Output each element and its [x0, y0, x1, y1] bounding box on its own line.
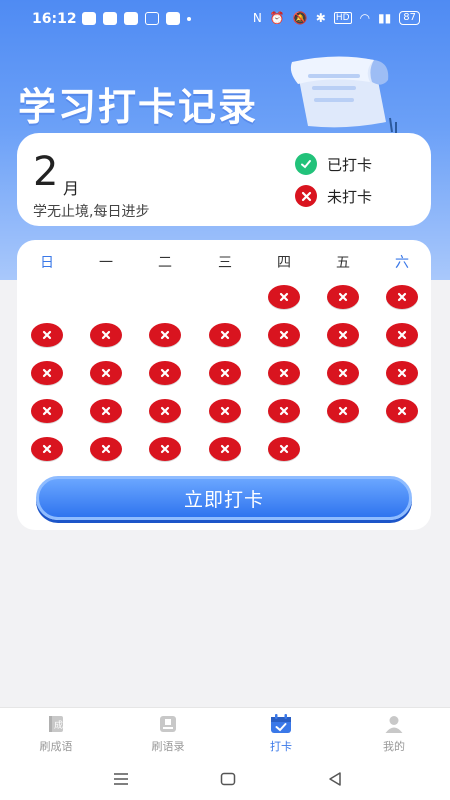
- day-unchecked-marker: [90, 361, 122, 385]
- day-unchecked-marker: [31, 437, 63, 461]
- tab-idioms-label: 刷成语: [39, 740, 73, 753]
- alarm-icon: ⏰: [269, 11, 285, 25]
- day-unchecked-marker: [31, 361, 63, 385]
- day-unchecked-marker: [386, 285, 418, 309]
- translate-app-icon: [145, 12, 159, 25]
- legend-checked: 已打卡: [295, 153, 372, 175]
- day-unchecked-marker: [209, 399, 241, 423]
- weekday-label: 三: [218, 255, 232, 271]
- day-unchecked-marker: [209, 437, 241, 461]
- day-unchecked-marker: [31, 399, 63, 423]
- weekday-label: 一: [99, 255, 113, 271]
- day-unchecked-marker: [149, 399, 181, 423]
- day-unchecked-marker: [268, 399, 300, 423]
- tab-idioms[interactable]: 成 刷成语: [16, 714, 96, 754]
- day-unchecked-marker: [90, 399, 122, 423]
- cross-icon: [295, 185, 317, 207]
- mute-icon: 🔕: [292, 11, 308, 25]
- weekday-label: 五: [336, 255, 350, 271]
- message-app-icon: [103, 12, 117, 25]
- day-unchecked-marker: [327, 285, 359, 309]
- battery-level: 87: [399, 11, 420, 25]
- system-nav-bar: [0, 762, 450, 800]
- day-unchecked-marker: [268, 323, 300, 347]
- nfc-icon: N: [252, 11, 262, 25]
- page-title: 学习打卡记录: [18, 85, 259, 129]
- hd-icon: HD: [333, 12, 352, 24]
- check-icon: [295, 153, 317, 175]
- calendar-card: 立即打卡 日 一 二 三 四 五 六: [17, 240, 431, 530]
- motto-text: 学无止境,每日进步: [33, 204, 150, 220]
- day-unchecked-marker: [31, 323, 63, 347]
- back-icon[interactable]: [327, 771, 343, 787]
- scroll-decoration-icon: [290, 56, 397, 136]
- shield-app-icon: [82, 12, 96, 25]
- more-notifications-icon: [187, 16, 191, 21]
- day-unchecked-marker: [209, 361, 241, 385]
- user-icon: [383, 714, 405, 734]
- tab-checkin-label: 打卡: [270, 740, 292, 753]
- day-unchecked-marker: [149, 323, 181, 347]
- weekday-label: 二: [158, 255, 172, 271]
- day-unchecked-marker: [90, 323, 122, 347]
- weekday-label: 六: [395, 255, 409, 271]
- svg-text:成: 成: [54, 719, 63, 731]
- day-unchecked-marker: [327, 399, 359, 423]
- tab-profile[interactable]: 我的: [354, 714, 434, 754]
- notebook-icon: [157, 714, 179, 734]
- book-icon: 成: [45, 714, 67, 734]
- day-unchecked-marker: [386, 361, 418, 385]
- tab-checkin[interactable]: 打卡: [241, 714, 321, 754]
- mail-app-icon: [124, 12, 138, 25]
- home-icon[interactable]: [220, 771, 236, 787]
- tab-quotes[interactable]: 刷语录: [128, 714, 208, 754]
- legend-unchecked-label: 未打卡: [327, 187, 373, 206]
- legend-unchecked: 未打卡: [295, 185, 372, 207]
- tab-quotes-label: 刷语录: [151, 740, 185, 753]
- bluetooth-icon: ✱: [315, 11, 326, 25]
- day-unchecked-marker: [327, 361, 359, 385]
- status-time: 16:12: [32, 11, 77, 27]
- tab-profile-label: 我的: [383, 740, 405, 753]
- day-unchecked-marker: [268, 285, 300, 309]
- day-unchecked-marker: [327, 323, 359, 347]
- day-unchecked-marker: [209, 323, 241, 347]
- signal-icon: ▮▮: [378, 11, 392, 25]
- weekday-label: 四: [277, 255, 291, 271]
- telegram-app-icon: [166, 12, 180, 25]
- day-unchecked-marker: [386, 399, 418, 423]
- day-unchecked-marker: [90, 437, 122, 461]
- day-unchecked-marker: [268, 437, 300, 461]
- weekday-label: 日: [40, 255, 54, 271]
- menu-icon[interactable]: [113, 771, 129, 787]
- day-unchecked-marker: [149, 437, 181, 461]
- calendar-check-icon: [270, 714, 292, 734]
- month-unit: 月: [63, 179, 80, 198]
- wifi-icon: ◠: [359, 11, 371, 25]
- month-number: 2: [33, 149, 59, 195]
- day-unchecked-marker: [268, 361, 300, 385]
- checkin-button[interactable]: 立即打卡: [36, 476, 412, 520]
- legend-checked-label: 已打卡: [327, 155, 373, 174]
- summary-card: 2 月 学无止境,每日进步 已打卡 未打卡: [17, 133, 431, 226]
- day-unchecked-marker: [386, 323, 418, 347]
- bottom-tab-bar: 成 刷成语 刷语录 打卡 我的: [0, 707, 450, 763]
- status-bar: 16:12 N ⏰ 🔕 ✱ HD ◠ ▮▮ 87: [0, 0, 450, 38]
- day-unchecked-marker: [149, 361, 181, 385]
